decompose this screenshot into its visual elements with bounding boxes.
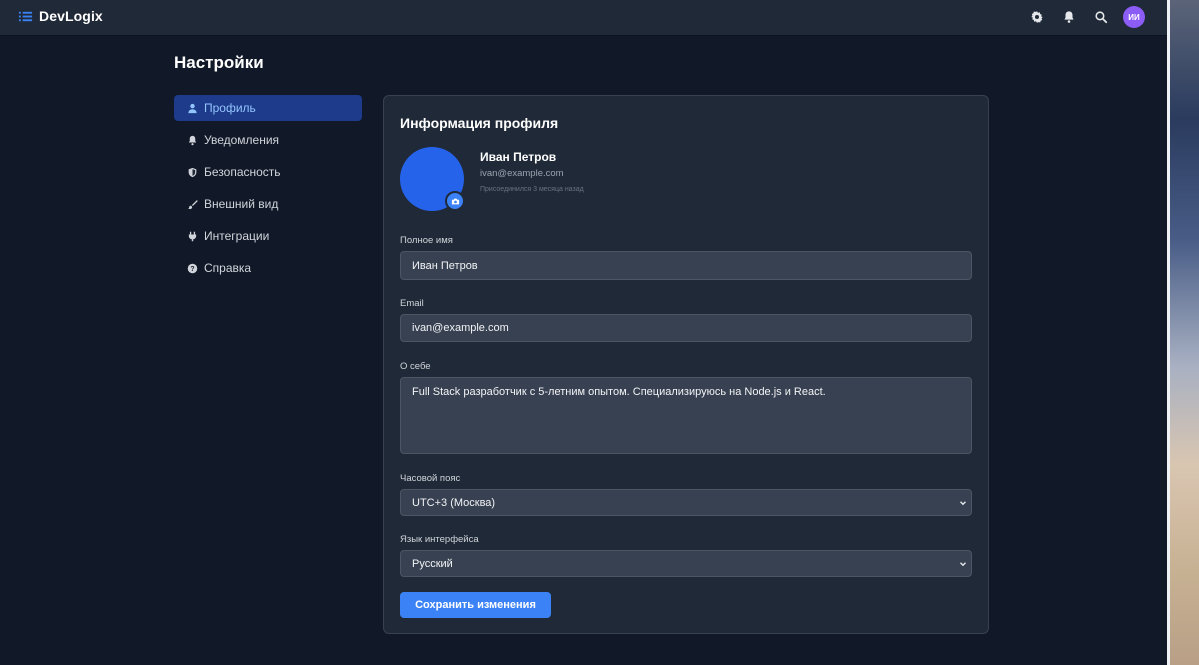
profile-name: Иван Петров [480,150,557,164]
timezone-label: Часовой пояс [400,473,461,484]
top-navigation-bar: DevLogix ИИ [0,0,1167,36]
settings-app: DevLogix ИИ Настройки Профиль Уведомлени… [0,0,1167,665]
sidebar-item-notifications[interactable]: Уведомления [174,127,362,153]
bell-icon [1064,11,1074,23]
email-label: Email [400,298,424,309]
svg-text:?: ? [190,265,194,272]
bio-textarea[interactable]: Full Stack разработчик с 5-летним опытом… [400,377,972,454]
email-field[interactable]: ivan@example.com [400,314,972,342]
profile-email: ivan@example.com [480,168,564,179]
desktop-background-edge [1167,0,1199,665]
full-name-label: Полное имя [400,235,453,246]
search-icon [1095,11,1108,24]
email-value: ivan@example.com [412,322,509,334]
settings-sidebar: Профиль Уведомления Безопасность Внешний… [174,95,362,287]
sidebar-item-label: Уведомления [204,133,280,147]
menu-list-icon [18,11,33,21]
settings-button[interactable] [1021,6,1053,28]
brand-name: DevLogix [39,8,103,24]
card-title: Информация профиля [400,115,559,131]
timezone-select[interactable]: UTC+3 (Москва) [400,489,972,516]
user-avatar[interactable]: ИИ [1123,6,1145,28]
search-button[interactable] [1085,6,1117,28]
brush-icon [186,198,198,210]
gear-icon [1031,11,1043,23]
language-value: Русский [412,557,453,570]
bio-value: Full Stack разработчик с 5-летним опытом… [412,386,826,398]
language-select[interactable]: Русский [400,550,972,577]
sidebar-item-label: Безопасность [204,165,281,179]
full-name-field[interactable]: Иван Петров [400,251,972,280]
top-actions: ИИ [1021,6,1145,28]
question-icon: ? [186,262,198,274]
chevron-down-icon [960,500,966,505]
chevron-down-icon [960,561,966,566]
sidebar-item-label: Профиль [204,101,256,115]
notifications-button[interactable] [1053,6,1085,28]
sidebar-item-label: Интеграции [204,229,270,243]
profile-joined-date: Присоединился 3 месяца назад [480,186,584,193]
brand[interactable]: DevLogix [18,8,103,24]
shield-icon [186,166,198,178]
page-title: Настройки [174,53,264,72]
profile-card: Информация профиля Иван Петров ivan@exam… [383,95,989,634]
save-changes-button[interactable]: Сохранить изменения [400,592,551,618]
bio-label: О себе [400,361,431,372]
sidebar-item-label: Справка [204,261,252,275]
full-name-value: Иван Петров [412,259,478,272]
user-icon [186,102,198,114]
sidebar-item-appearance[interactable]: Внешний вид [174,191,362,217]
sidebar-item-security[interactable]: Безопасность [174,159,362,185]
change-photo-button[interactable] [445,191,465,211]
language-label: Язык интерфейса [400,534,479,545]
bell-icon [186,134,198,146]
sidebar-item-help[interactable]: ? Справка [174,255,362,281]
timezone-value: UTC+3 (Москва) [412,496,496,509]
plug-icon [186,230,198,242]
sidebar-item-integrations[interactable]: Интеграции [174,223,362,249]
camera-icon [451,198,459,204]
wallpaper-strip [1170,0,1199,665]
sidebar-item-profile[interactable]: Профиль [174,95,362,121]
sidebar-item-label: Внешний вид [204,197,279,211]
